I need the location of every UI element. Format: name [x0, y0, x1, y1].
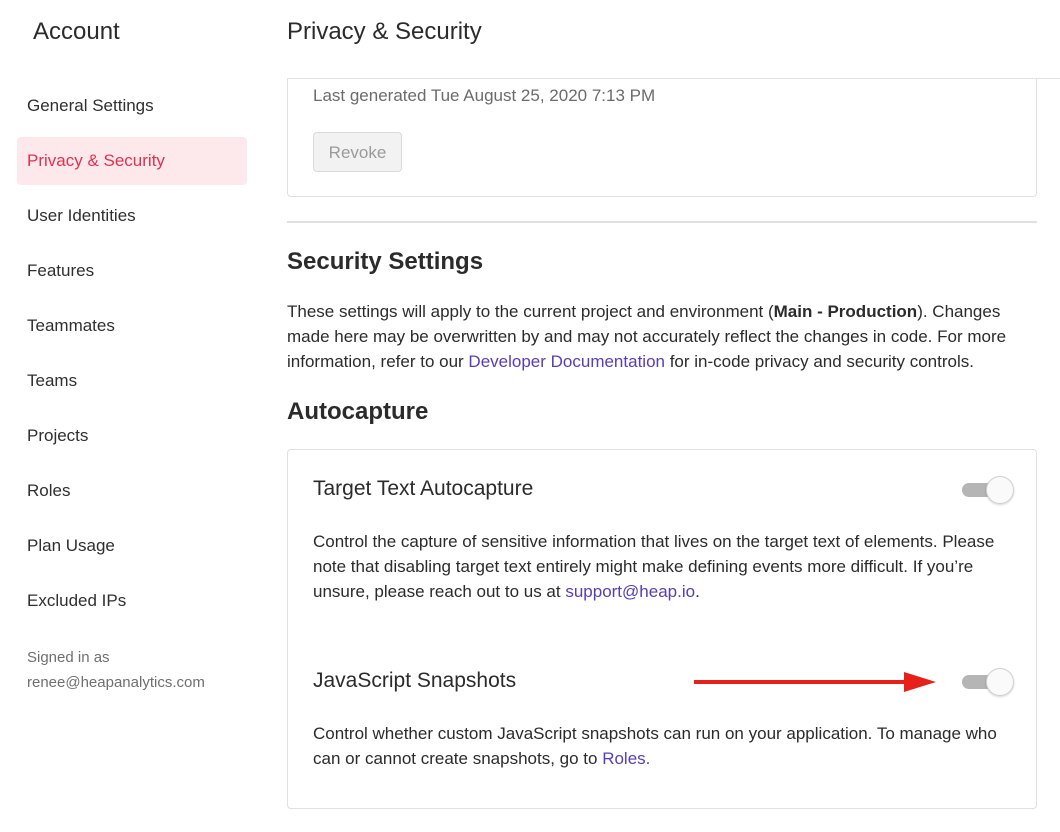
sidebar-item-plan-usage[interactable]: Plan Usage — [17, 522, 247, 570]
page-title: Privacy & Security — [287, 18, 482, 45]
signed-in-info: Signed in as renee@heapanalytics.com — [27, 645, 205, 695]
environment-name: Main - Production — [773, 302, 918, 321]
section-divider — [287, 221, 1037, 223]
sidebar-item-roles[interactable]: Roles — [17, 467, 247, 515]
js-snapshots-desc-text: Control whether custom JavaScript snapsh… — [313, 724, 997, 768]
revoke-button[interactable]: Revoke — [313, 132, 402, 172]
sidebar-title: Account — [33, 18, 120, 45]
sidebar-item-general-settings[interactable]: General Settings — [17, 82, 247, 130]
developer-documentation-link[interactable]: Developer Documentation — [468, 352, 665, 371]
security-settings-heading: Security Settings — [287, 248, 484, 275]
autocapture-card: Target Text Autocapture Control the capt… — [287, 449, 1037, 809]
toggle-knob — [986, 668, 1014, 696]
sidebar-item-privacy-security[interactable]: Privacy & Security — [17, 137, 247, 185]
sidebar-item-excluded-ips[interactable]: Excluded IPs — [17, 577, 247, 625]
security-desc-prefix: These settings will apply to the current… — [287, 302, 774, 321]
token-card: Last generated Tue August 25, 2020 7:13 … — [287, 79, 1037, 197]
target-text-autocapture-title: Target Text Autocapture — [313, 477, 534, 500]
last-generated-text: Last generated Tue August 25, 2020 7:13 … — [313, 86, 656, 105]
support-email-link[interactable]: support@heap.io — [565, 582, 695, 601]
sidebar-item-features[interactable]: Features — [17, 247, 247, 295]
toggle-knob — [986, 476, 1014, 504]
main-content: Privacy & Security Last generated Tue Au… — [287, 0, 1060, 832]
sidebar-item-projects[interactable]: Projects — [17, 412, 247, 460]
signed-in-email: renee@heapanalytics.com — [27, 674, 205, 691]
sidebar-item-teams[interactable]: Teams — [17, 357, 247, 405]
signed-in-label: Signed in as — [27, 649, 110, 666]
javascript-snapshots-toggle[interactable] — [962, 668, 1014, 696]
javascript-snapshots-title: JavaScript Snapshots — [313, 669, 517, 692]
sidebar-item-teammates[interactable]: Teammates — [17, 302, 247, 350]
target-text-autocapture-description: Control the capture of sensitive informa… — [313, 529, 1013, 604]
annotation-arrow-icon — [694, 672, 936, 692]
security-settings-description: These settings will apply to the current… — [287, 299, 1039, 374]
javascript-snapshots-description: Control whether custom JavaScript snapsh… — [313, 721, 1013, 771]
target-text-desc-end: . — [695, 582, 700, 601]
security-desc-suffix: for in-code privacy and security control… — [664, 352, 974, 371]
sidebar: Account General Settings Privacy & Secur… — [0, 0, 262, 832]
sidebar-item-user-identities[interactable]: User Identities — [17, 192, 247, 240]
autocapture-heading: Autocapture — [287, 398, 429, 425]
roles-link[interactable]: Roles. — [602, 749, 650, 768]
target-text-autocapture-toggle[interactable] — [962, 476, 1014, 504]
